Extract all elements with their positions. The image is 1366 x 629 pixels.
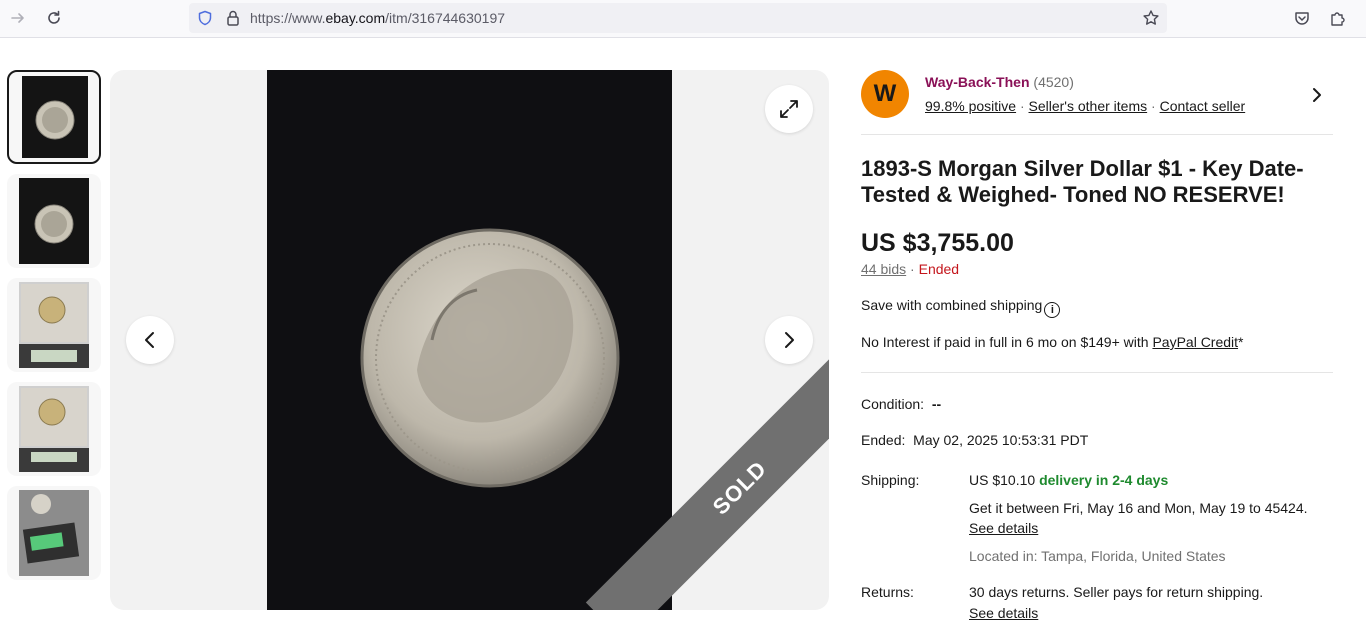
seller-feedback-count: (4520) [1033, 74, 1074, 90]
paypal-credit-link[interactable]: PayPal Credit [1152, 334, 1238, 350]
seller-chevron-right-icon[interactable] [1308, 86, 1326, 104]
morgan-dollar-coin-image [267, 70, 672, 610]
reload-button[interactable] [42, 7, 66, 29]
main-photo[interactable] [267, 70, 672, 610]
extensions-button[interactable] [1326, 7, 1350, 29]
ended-row: Ended: May 02, 2025 10:53:31 PDT [861, 432, 1088, 448]
shipping-label: Shipping: [861, 472, 920, 488]
financing-row: No Interest if paid in full in 6 mo on $… [861, 334, 1244, 350]
coin-obverse-icon [34, 204, 74, 244]
tracking-shield-icon [198, 10, 212, 26]
ended-value: May 02, 2025 10:53:31 PDT [913, 432, 1089, 448]
thumbnail-2[interactable] [7, 174, 101, 268]
condition-value: -- [931, 396, 942, 412]
ended-label: Ended: [861, 432, 906, 448]
seller-links-row: 99.8% positive · Seller's other items · … [925, 98, 1245, 114]
thumbnail-image [22, 76, 88, 158]
next-image-button[interactable] [765, 316, 813, 364]
chevron-right-icon [785, 332, 794, 348]
forward-arrow-icon [11, 13, 24, 23]
pocket-button[interactable] [1290, 7, 1314, 29]
thumbnail-5[interactable] [7, 486, 101, 580]
shipping-cost-row: US $10.10 delivery in 2-4 days [969, 472, 1168, 488]
shipping-see-details-link[interactable]: See details [969, 520, 1038, 536]
listing-status: Ended [918, 261, 960, 277]
separator-dot: · [1151, 98, 1160, 114]
financing-asterisk: * [1238, 334, 1244, 350]
thumbnail-3[interactable] [7, 278, 101, 372]
separator-dot: · [1019, 98, 1029, 114]
digital-scale-icon [19, 490, 89, 576]
thumbnail-image [19, 490, 89, 576]
main-image-gallery: SOLD [110, 70, 829, 610]
url-text: https://www.ebay.com/itm/316744630197 [250, 10, 506, 26]
seller-name-link[interactable]: Way-Back-Then [925, 74, 1030, 90]
contact-seller-link[interactable]: Contact seller [1160, 98, 1246, 114]
previous-image-button[interactable] [126, 316, 174, 364]
puzzle-piece-icon [1331, 12, 1345, 26]
seller-positive-link[interactable]: 99.8% positive [925, 98, 1016, 114]
coin-obverse-icon [35, 100, 75, 140]
seller-avatar[interactable]: W [861, 70, 909, 118]
forward-button[interactable] [6, 7, 30, 29]
thumbnail-image [19, 282, 89, 368]
combined-shipping-row: Save with combined shipping i [861, 297, 1061, 318]
returns-see-details-link[interactable]: See details [969, 605, 1038, 621]
returns-policy: 30 days returns. Seller pays for return … [969, 584, 1264, 600]
listing-price: US $3,755.00 [861, 229, 1014, 257]
info-icon[interactable]: i [1044, 302, 1061, 318]
address-bar[interactable]: https://www.ebay.com/itm/316744630197 [189, 3, 1167, 33]
bids-row: 44 bids · Ended [861, 261, 959, 277]
pocket-icon [1295, 12, 1309, 25]
sold-label: SOLD [707, 455, 772, 520]
divider [861, 372, 1333, 373]
bookmark-star-icon[interactable] [1142, 9, 1160, 27]
thumbnail-4[interactable] [7, 382, 101, 476]
delivery-dates: Get it between Fri, May 16 and Mon, May … [969, 500, 1308, 516]
condition-label: Condition: [861, 396, 925, 412]
financing-text: No Interest if paid in full in 6 mo on $… [861, 334, 1153, 350]
thumbnail-1[interactable] [7, 70, 101, 164]
delivery-speed: delivery in 2-4 days [1039, 472, 1169, 488]
separator-dot: · [910, 261, 919, 277]
expand-icon [780, 100, 798, 118]
thumbnail-image [19, 178, 89, 264]
browser-toolbar: https://www.ebay.com/itm/316744630197 [0, 0, 1366, 38]
coin-on-scale-icon [19, 388, 89, 472]
coin-on-scale-icon [19, 284, 89, 368]
bids-link[interactable]: 44 bids [861, 261, 906, 277]
seller-name-row: Way-Back-Then (4520) [925, 74, 1074, 90]
returns-label: Returns: [861, 584, 914, 600]
thumbnail-image [19, 386, 89, 472]
reload-icon [48, 10, 60, 24]
seller-other-items-link[interactable]: Seller's other items [1029, 98, 1148, 114]
fullscreen-button[interactable] [765, 85, 813, 133]
lock-icon [227, 10, 239, 26]
listing-title: 1893-S Morgan Silver Dollar $1 - Key Dat… [861, 156, 1304, 207]
chevron-left-icon [145, 332, 154, 348]
shipping-cost: US $10.10 [969, 472, 1036, 488]
combined-shipping-text: Save with combined shipping [861, 297, 1043, 313]
condition-row: Condition: -- [861, 396, 941, 412]
divider [861, 134, 1333, 135]
item-location: Located in: Tampa, Florida, United State… [969, 548, 1226, 564]
